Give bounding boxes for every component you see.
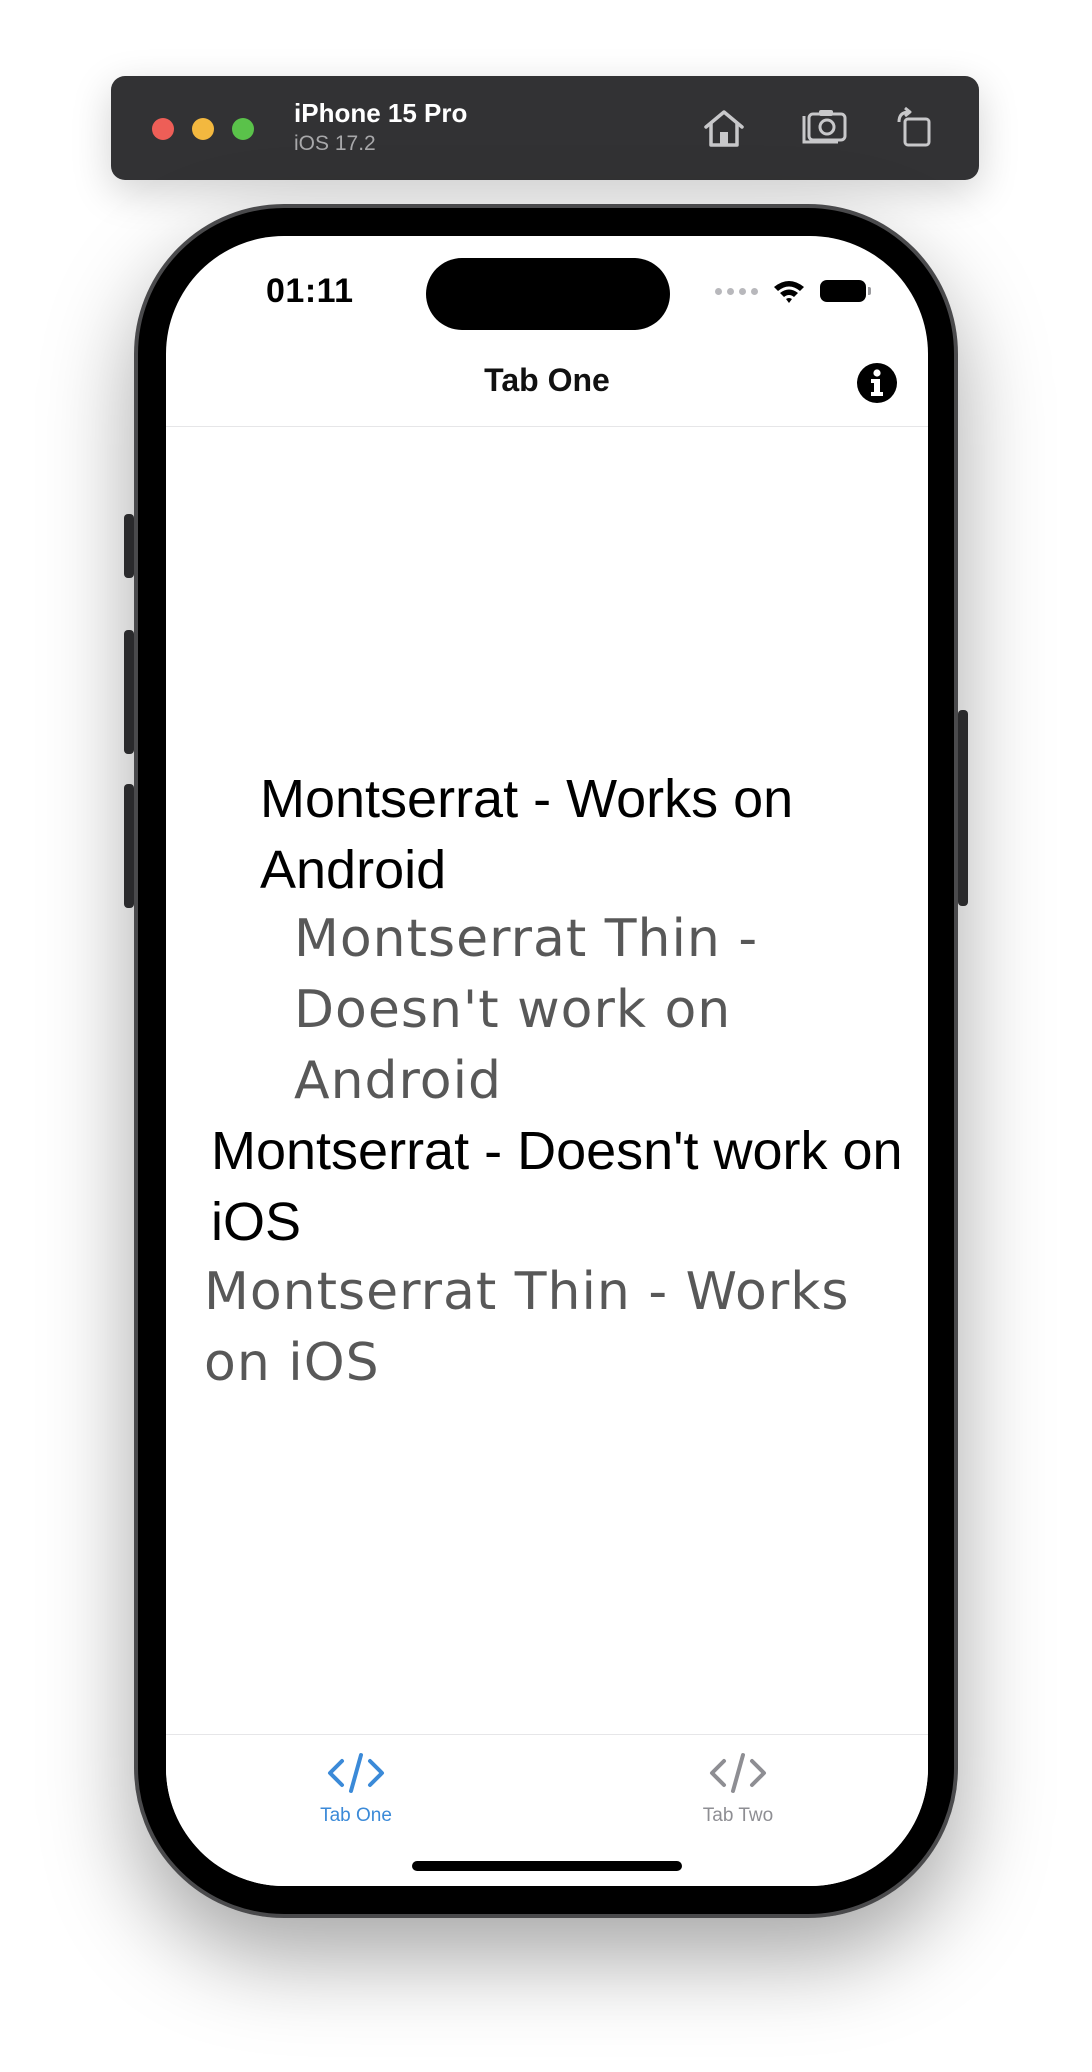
rotate-icon <box>897 106 931 147</box>
content-area: Montserrat - Works on Android Montserrat… <box>166 426 928 1550</box>
tab-bar: Tab One Tab Two <box>166 1734 928 1886</box>
home-icon <box>704 110 744 147</box>
screenshot-button[interactable] <box>798 102 850 154</box>
font-sample-montserrat-android: Montserrat - Works on Android <box>260 769 794 900</box>
volume-down-button <box>124 784 134 908</box>
info-button[interactable] <box>856 362 898 404</box>
font-sample-montserrat-thin-ios: Montserrat Thin - Works on iOS <box>204 1262 850 1393</box>
home-indicator[interactable] <box>412 1861 682 1871</box>
silent-switch <box>124 514 134 578</box>
tab-one[interactable]: Tab One <box>276 1751 436 1851</box>
status-icons <box>715 278 871 304</box>
tab-two-label: Tab Two <box>702 1805 774 1826</box>
tab-one-label: Tab One <box>320 1805 392 1826</box>
status-time: 01:11 <box>266 272 354 310</box>
navigation-bar: Tab One <box>166 340 928 427</box>
code-icon <box>328 1753 384 1793</box>
close-window-button[interactable] <box>152 118 174 140</box>
simulator-window: iPhone 15 Pro iOS 17.2 01:11 Tab One Mon… <box>0 0 1092 2072</box>
info-circle-icon <box>857 363 897 403</box>
page-title: Tab One <box>484 362 610 398</box>
volume-up-button <box>124 630 134 754</box>
rotate-button[interactable] <box>889 102 941 154</box>
home-button[interactable] <box>698 102 750 154</box>
device-screen: 01:11 Tab One Montserrat - Works on Andr… <box>166 236 928 1886</box>
code-icon <box>710 1753 766 1793</box>
battery-icon <box>820 280 871 302</box>
cellular-signal-icon <box>715 287 758 295</box>
font-sample-montserrat-ios: Montserrat - Doesn't work on iOS <box>211 1121 903 1252</box>
font-sample-montserrat-thin-android: Montserrat Thin - Doesn't work on Androi… <box>294 909 759 1111</box>
tab-two[interactable]: Tab Two <box>658 1751 818 1851</box>
simulator-toolbar: iPhone 15 Pro iOS 17.2 <box>111 76 979 180</box>
screenshot-icon <box>802 110 847 144</box>
minimize-window-button[interactable] <box>192 118 214 140</box>
power-button <box>958 710 968 906</box>
dynamic-island <box>426 258 670 330</box>
device-name: iPhone 15 Pro <box>294 98 468 128</box>
wifi-icon <box>774 281 804 303</box>
zoom-window-button[interactable] <box>232 118 254 140</box>
os-version: iOS 17.2 <box>294 132 376 155</box>
